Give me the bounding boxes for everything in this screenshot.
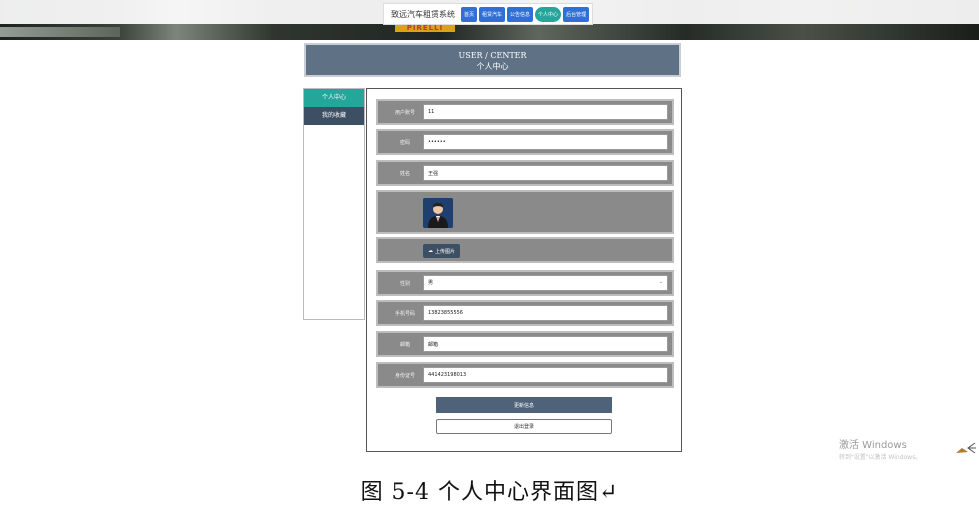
form-row-name: 姓名 xyxy=(376,160,674,186)
arrow-left-icon xyxy=(956,442,976,454)
upload-button-label: 上传图片 xyxy=(435,248,456,255)
cloud-upload-icon: ☁ xyxy=(428,248,433,254)
form-row-account: 用户账号 xyxy=(376,99,674,125)
site-brand[interactable]: 致远汽车租赁系统 xyxy=(387,9,459,20)
name-label: 姓名 xyxy=(399,170,410,177)
phone-input[interactable] xyxy=(423,305,668,321)
gender-select[interactable]: 男 xyxy=(423,275,668,291)
banner-highlight xyxy=(0,27,120,37)
form-row-avatar xyxy=(376,190,674,234)
form-row-phone: 手机号码 xyxy=(376,300,674,326)
form-row-upload: ☁ 上传图片 xyxy=(376,237,674,263)
header-title-cn: 个人中心 xyxy=(476,62,509,71)
nav-admin[interactable]: 后台管理 xyxy=(563,6,590,22)
form-row-password: 密码 xyxy=(376,129,674,155)
user-center-header: USER / CENTER 个人中心 xyxy=(304,43,681,77)
avatar[interactable] xyxy=(423,198,453,228)
account-label: 用户账号 xyxy=(394,109,415,116)
logout-button[interactable]: 退出登录 xyxy=(436,419,612,434)
watermark-line1: 激活 Windows xyxy=(839,440,907,451)
idcard-input[interactable] xyxy=(423,367,668,383)
form-row-gender: 性别 男 ⌄ xyxy=(376,270,674,296)
nav-user-center[interactable]: 个人中心 xyxy=(535,6,562,22)
nav-home[interactable]: 首页 xyxy=(461,6,478,22)
chevron-down-icon: ⌄ xyxy=(658,279,663,285)
header-title-en: USER / CENTER xyxy=(458,51,527,60)
password-input[interactable] xyxy=(423,134,668,150)
nav-announcements[interactable]: 公告信息 xyxy=(507,6,534,22)
profile-form-panel: 用户账号 密码 姓名 xyxy=(366,88,682,452)
update-info-button[interactable]: 更新信息 xyxy=(436,397,612,413)
sidebar: 个人中心 我的收藏 xyxy=(303,88,365,320)
top-nav: 致远汽车租赁系统 首页 租赁汽车 公告信息 个人中心 后台管理 xyxy=(383,3,594,25)
form-row-email: 邮箱 xyxy=(376,331,674,357)
idcard-label: 身份证号 xyxy=(394,372,415,379)
windows-activation-watermark: 激活 Windows 转到"设置"以激活 Windows。 xyxy=(839,436,921,460)
name-input[interactable] xyxy=(423,165,668,181)
upload-image-button[interactable]: ☁ 上传图片 xyxy=(423,244,461,258)
sidebar-item-favorites[interactable]: 我的收藏 xyxy=(304,107,364,125)
email-label: 邮箱 xyxy=(399,341,410,348)
form-row-idcard: 身份证号 xyxy=(376,362,674,388)
avatar-person-icon xyxy=(423,198,453,228)
sidebar-item-user-center[interactable]: 个人中心 xyxy=(304,89,364,107)
account-input[interactable] xyxy=(423,104,668,120)
watermark-line2: 转到"设置"以激活 Windows。 xyxy=(839,454,922,460)
screenshot: PIRELLI 致远汽车租赁系统 首页 租赁汽车 公告信息 个人中心 后台管理 … xyxy=(0,0,979,460)
gender-label: 性别 xyxy=(399,280,410,287)
password-label: 密码 xyxy=(399,139,410,146)
banner-sponsor-stripe: PIRELLI xyxy=(395,24,455,32)
phone-label: 手机号码 xyxy=(394,310,415,317)
figure-caption: 图 5-4 个人中心界面图↵ xyxy=(360,480,619,505)
nav-rent-cars[interactable]: 租赁汽车 xyxy=(479,6,506,22)
email-input[interactable] xyxy=(423,336,668,352)
